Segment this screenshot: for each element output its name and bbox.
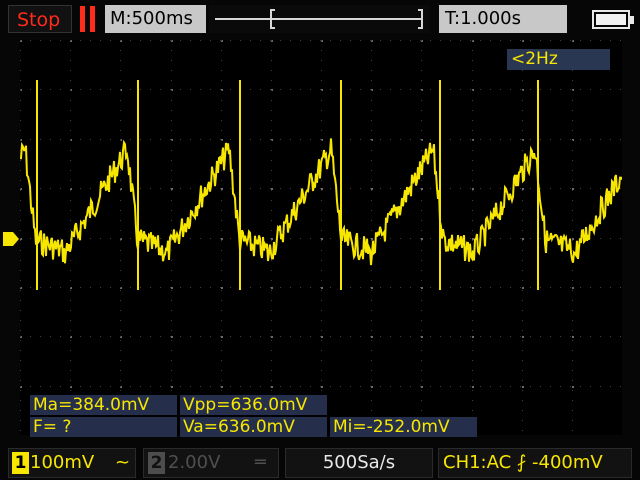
pause-icon [80, 6, 100, 32]
run-stop-button[interactable]: Stop [8, 5, 72, 33]
trigger-time-readout[interactable]: T:1.000s [439, 5, 567, 33]
ch1-scale: 100mV [30, 452, 95, 473]
timebase-readout[interactable]: M:500ms [105, 5, 206, 33]
frequency-readout: <2Hz [507, 49, 610, 70]
trigger-level-marker-icon[interactable] [3, 231, 19, 246]
trigger-window-left-bracket [270, 9, 275, 29]
sample-rate: 500Sa/s [322, 452, 396, 473]
ch1-badge: 1 [12, 452, 29, 474]
dc-coupling-icon: ═ [255, 452, 266, 473]
ch2-badge: 2 [148, 452, 165, 474]
measurement-vpp: Vpp=636.0mV [180, 395, 327, 415]
measurement-min: Mi=-252.0mV [330, 417, 477, 437]
trigger-status: CH1:AC ⨏ -400mV [443, 452, 603, 473]
ch2-scale: 2.00V [168, 452, 221, 473]
ac-coupling-icon: ~ [115, 452, 131, 473]
ch1-waveform-trace [20, 80, 622, 290]
measurement-max: Ma=384.0mV [30, 395, 177, 415]
battery-icon [592, 10, 634, 29]
trigger-window-right-bracket [418, 9, 423, 29]
measurement-frequency: F= ? [30, 417, 177, 437]
trigger-bar-line [215, 18, 423, 20]
trigger-position-bar[interactable] [209, 5, 429, 33]
measurement-average: Va=636.0mV [180, 417, 327, 437]
scope-screen [20, 40, 622, 435]
